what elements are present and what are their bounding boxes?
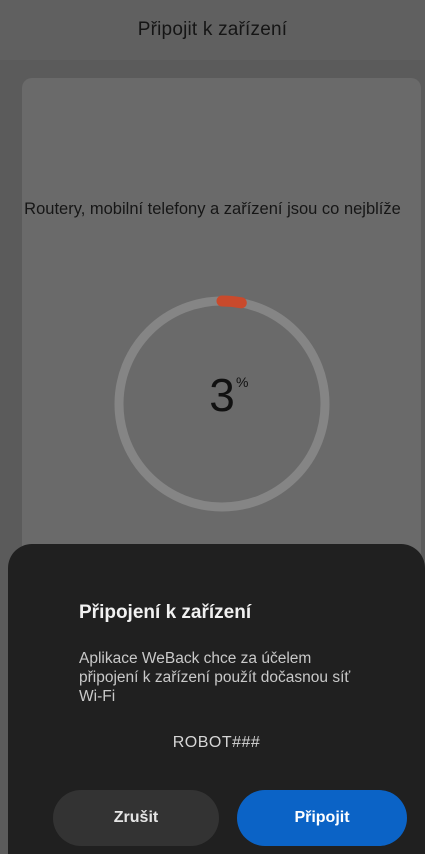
- page-title: Připojit k zařízení: [137, 19, 288, 40]
- progress-unit: %: [236, 374, 249, 390]
- progress-ring: 3 %: [108, 290, 336, 518]
- dialog-message: Aplikace WeBack chce za účelem připojení…: [79, 650, 351, 705]
- dialog-title: Připojení k zařízení: [79, 602, 252, 623]
- cancel-button[interactable]: Zrušit: [53, 790, 219, 846]
- app-header: Připojit k zařízení: [0, 0, 425, 60]
- progress-value: 3: [209, 369, 235, 421]
- connect-device-screen: Připojit k zařízení Routery, mobilní tel…: [0, 0, 425, 854]
- proximity-hint: Routery, mobilní telefony a zařízení jso…: [24, 200, 401, 218]
- network-name: ROBOT###: [172, 734, 261, 751]
- connect-button[interactable]: Připojit: [237, 790, 407, 846]
- wifi-permission-dialog: Připojení k zařízení Aplikace WeBack chc…: [8, 544, 425, 854]
